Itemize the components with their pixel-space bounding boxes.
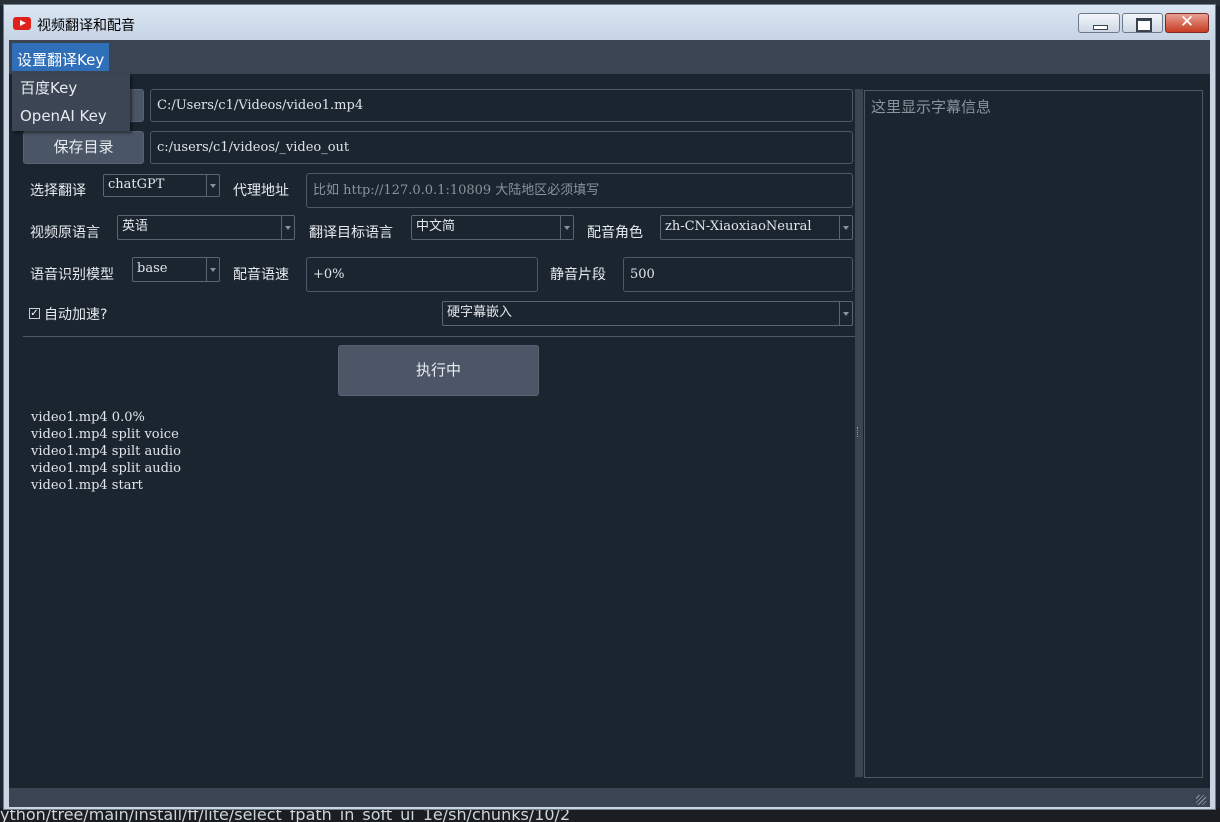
source-language-value: 英语 xyxy=(122,219,149,234)
client-area: 设置翻译Key 百度Key OpenAI Key C:/Users/c1/Vid… xyxy=(9,40,1210,807)
log-line: video1.mp4 spilt audio xyxy=(31,444,181,459)
run-button[interactable]: 执行中 xyxy=(338,345,539,396)
auto-speed-label: 自动加速? xyxy=(44,307,108,323)
asr-model-value: base xyxy=(137,261,168,276)
menu-item-openai-key[interactable]: OpenAI Key xyxy=(12,102,130,130)
minimize-icon xyxy=(1093,25,1108,30)
log-line: video1.mp4 split audio xyxy=(31,461,181,476)
chevron-down-icon xyxy=(560,216,573,239)
save-dir-button[interactable]: 保存目录 xyxy=(23,131,144,164)
target-language-select[interactable]: 中文简 xyxy=(411,215,574,240)
maximize-icon xyxy=(1136,18,1152,32)
voice-rate-label: 配音语速 xyxy=(233,267,289,283)
settings-dropdown-menu: 百度Key OpenAI Key xyxy=(12,74,130,131)
auto-speed-checkbox[interactable]: ✓ xyxy=(29,308,40,319)
subtitle-placeholder: 这里显示字幕信息 xyxy=(871,98,992,116)
background-text: ython/tree/main/install/ff/lite/select_f… xyxy=(0,808,571,822)
app-window: 视频翻译和配音 ✕ 设置翻译Key 百度Key OpenAI Key C:/Us… xyxy=(3,4,1216,810)
log-line: video1.mp4 split voice xyxy=(31,427,179,442)
target-language-value: 中文简 xyxy=(416,219,456,234)
chevron-down-icon xyxy=(839,216,852,239)
resize-grip-icon[interactable] xyxy=(1196,795,1206,805)
close-button[interactable]: ✕ xyxy=(1165,12,1209,33)
desktop-background-bottom: ython/tree/main/install/ff/lite/select_f… xyxy=(0,808,1220,822)
voice-role-label: 配音角色 xyxy=(587,225,643,241)
close-icon: ✕ xyxy=(1179,12,1195,32)
target-language-label: 翻译目标语言 xyxy=(309,225,393,241)
log-output: video1.mp4 0.0% video1.mp4 split voice vid… xyxy=(31,409,181,494)
proxy-label: 代理地址 xyxy=(233,183,289,199)
status-bar xyxy=(9,788,1210,807)
menu-bar: 设置翻译Key xyxy=(9,40,1210,74)
chevron-down-icon xyxy=(839,302,852,325)
title-bar[interactable]: 视频翻译和配音 ✕ xyxy=(4,5,1215,41)
subtitle-mode-select[interactable]: 硬字幕嵌入 xyxy=(442,301,853,326)
output-dir-field[interactable]: c:/users/c1/videos/_video_out xyxy=(150,131,853,164)
translate-engine-label: 选择翻译 xyxy=(30,183,86,199)
splitter-handle-icon xyxy=(857,427,860,437)
chevron-down-icon xyxy=(206,175,219,196)
maximize-button[interactable] xyxy=(1122,13,1163,33)
log-line: video1.mp4 0.0% xyxy=(31,410,145,425)
divider xyxy=(23,336,855,337)
window-title: 视频翻译和配音 xyxy=(37,18,135,34)
silence-field[interactable]: 500 xyxy=(623,257,853,292)
source-language-label: 视频原语言 xyxy=(30,225,100,241)
chevron-down-icon xyxy=(281,216,294,239)
youtube-app-icon xyxy=(13,17,31,30)
panel-splitter[interactable] xyxy=(855,89,863,777)
source-video-path-field[interactable]: C:/Users/c1/Videos/video1.mp4 xyxy=(150,89,853,122)
voice-role-select[interactable]: zh-CN-XiaoxiaoNeural xyxy=(660,215,853,240)
menu-item-baidu-key[interactable]: 百度Key xyxy=(12,74,130,102)
voice-rate-field[interactable]: +0% xyxy=(306,257,538,292)
log-line: video1.mp4 start xyxy=(31,478,143,493)
voice-role-value: zh-CN-XiaoxiaoNeural xyxy=(665,219,812,234)
asr-model-select[interactable]: base xyxy=(132,257,220,282)
source-language-select[interactable]: 英语 xyxy=(117,215,295,240)
minimize-button[interactable] xyxy=(1078,13,1120,33)
subtitle-text-area[interactable]: 这里显示字幕信息 xyxy=(864,90,1203,778)
translate-engine-value: chatGPT xyxy=(108,177,165,192)
chevron-down-icon xyxy=(206,258,219,281)
asr-model-label: 语音识别模型 xyxy=(30,267,114,283)
subtitle-mode-value: 硬字幕嵌入 xyxy=(447,305,513,320)
silence-label: 静音片段 xyxy=(550,267,606,283)
menu-settings-key[interactable]: 设置翻译Key xyxy=(12,43,110,71)
proxy-field[interactable]: 比如 http://127.0.0.1:10809 大陆地区必须填写 xyxy=(306,173,853,208)
translate-engine-select[interactable]: chatGPT xyxy=(103,174,220,197)
